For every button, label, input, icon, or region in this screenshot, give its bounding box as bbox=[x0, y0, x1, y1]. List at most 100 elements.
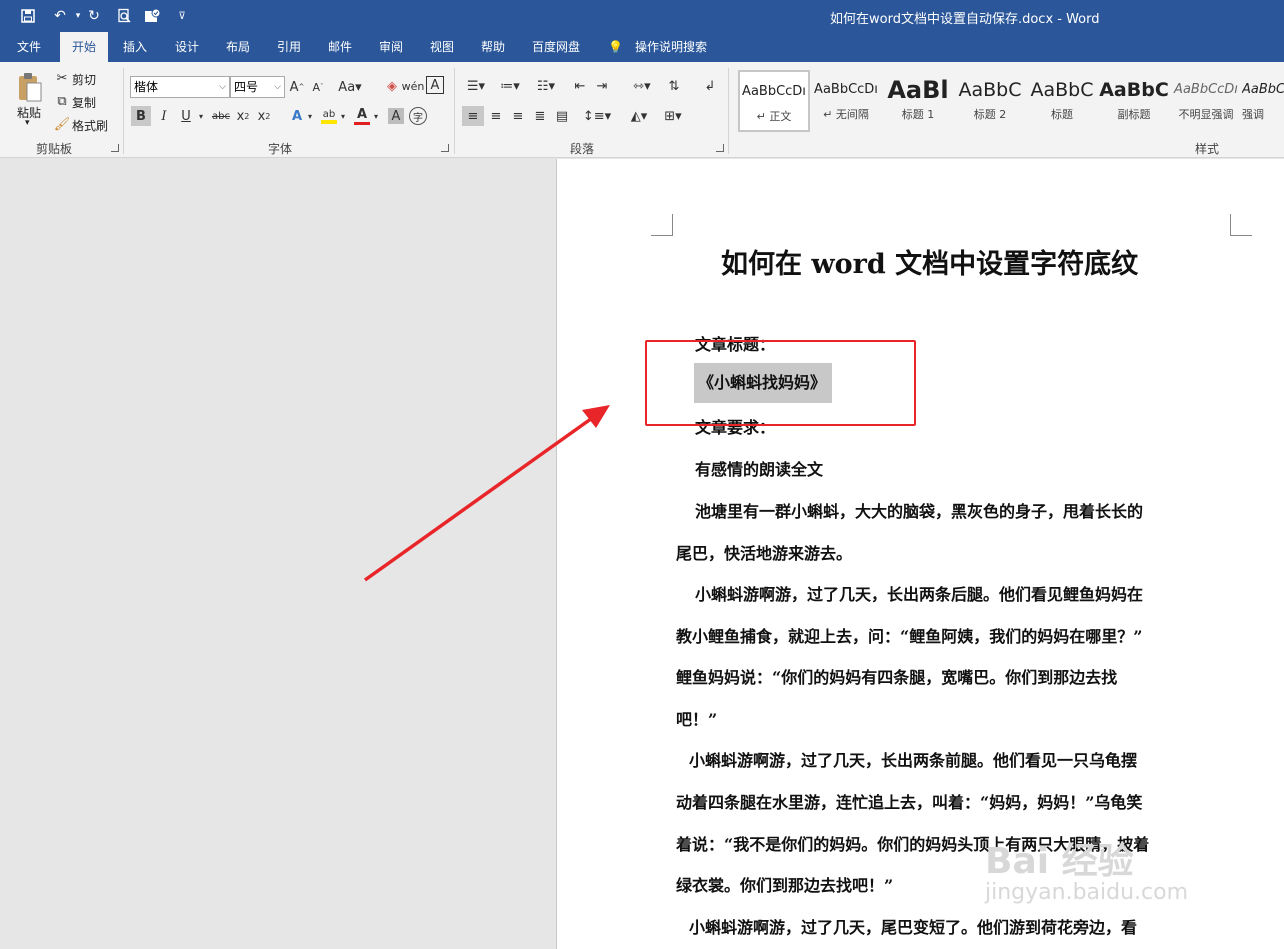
font-color-dropdown-icon[interactable]: ▾ bbox=[372, 106, 380, 126]
paragraph-line[interactable]: 小蝌蚪游啊游，过了几天，长出两条后腿。他们看见鲤鱼妈妈在 bbox=[695, 581, 1143, 605]
cut-button[interactable]: 剪切 bbox=[72, 71, 96, 88]
style-heading-2[interactable]: AaBbC 标题 2 bbox=[954, 70, 1026, 132]
tab-baidu-netdisk[interactable]: 百度网盘 bbox=[532, 32, 580, 62]
multilevel-list-icon[interactable]: ☷▾ bbox=[530, 76, 562, 96]
style-sample: AaBbCc bbox=[1242, 82, 1284, 97]
chinese-layout-icon[interactable]: ⇿▾ bbox=[626, 76, 658, 96]
distributed-icon[interactable]: ▤ bbox=[552, 106, 572, 126]
align-center-icon[interactable]: ≡ bbox=[486, 106, 506, 126]
tell-me-search[interactable]: 操作说明搜索 bbox=[635, 32, 707, 62]
paragraph-launcher-icon[interactable] bbox=[716, 144, 724, 152]
style-name: ↵ 正文 bbox=[756, 110, 792, 123]
style-name: 标题 bbox=[1051, 108, 1073, 121]
align-right-icon[interactable]: ≡ bbox=[508, 106, 528, 126]
copy-icon: ⧉ bbox=[57, 93, 67, 109]
paragraph-line[interactable]: 小蝌蚪游啊游，过了几天，长出两条前腿。他们看见一只乌龟摆 bbox=[689, 747, 1137, 771]
decrease-indent-icon[interactable]: ⇤ bbox=[570, 76, 590, 96]
redo-icon[interactable]: ↻ bbox=[84, 6, 104, 26]
paste-icon[interactable] bbox=[14, 70, 46, 104]
shading-icon[interactable]: ◭▾ bbox=[624, 106, 654, 126]
text-effects-icon[interactable]: A bbox=[288, 106, 306, 126]
style-name: 标题 2 bbox=[973, 108, 1007, 121]
highlight-icon[interactable]: ab bbox=[319, 106, 339, 126]
style-normal[interactable]: AaBbCcDı ↵ 正文 bbox=[738, 70, 810, 132]
paragraph-line[interactable]: 有感情的朗读全文 bbox=[695, 456, 823, 480]
paragraph-line[interactable]: 吧！” bbox=[676, 706, 717, 730]
text-effects-dropdown-icon[interactable]: ▾ bbox=[306, 106, 314, 126]
clipboard-launcher-icon[interactable] bbox=[111, 144, 119, 152]
document-title[interactable]: 如何在 word 文档中设置字符底纹 bbox=[721, 242, 1138, 281]
character-shading-icon[interactable]: A bbox=[388, 108, 404, 124]
borders-icon[interactable]: ⊞▾ bbox=[658, 106, 688, 126]
style-heading-1[interactable]: AaBl 标题 1 bbox=[882, 70, 954, 132]
style-title[interactable]: AaBbC 标题 bbox=[1026, 70, 1098, 132]
template-icon[interactable] bbox=[142, 6, 162, 26]
style-sample: AaBbC bbox=[1030, 79, 1094, 101]
numbering-icon[interactable]: ≔▾ bbox=[496, 76, 524, 96]
style-sample: AaBbC bbox=[1099, 79, 1169, 101]
tab-home[interactable]: 开始 bbox=[60, 32, 109, 62]
paragraph-line[interactable]: 鲤鱼妈妈说：“你们的妈妈有四条腿，宽嘴巴。你们到那边去找 bbox=[676, 664, 1117, 688]
change-case-icon[interactable]: Aa▾ bbox=[338, 78, 362, 96]
paragraph-line[interactable]: 教小鲤鱼捕食，就迎上去，问：“鲤鱼阿姨，我们的妈妈在哪里？” bbox=[676, 623, 1142, 647]
font-color-icon[interactable]: A bbox=[353, 106, 371, 126]
format-painter-button[interactable]: 格式刷 bbox=[72, 117, 108, 134]
paragraph-line[interactable]: 动着四条腿在水里游，连忙追上去，叫着：“妈妈，妈妈！”乌龟笑 bbox=[676, 789, 1142, 813]
tab-design[interactable]: 设计 bbox=[175, 32, 199, 62]
tab-file[interactable]: 文件 bbox=[17, 32, 41, 62]
tab-review[interactable]: 审阅 bbox=[379, 32, 403, 62]
strikethrough-icon[interactable]: abc bbox=[210, 106, 232, 126]
sort-icon[interactable]: ⇅ bbox=[664, 76, 684, 96]
tab-help[interactable]: 帮助 bbox=[481, 32, 505, 62]
superscript-icon[interactable]: x2 bbox=[255, 106, 273, 126]
style-name: 标题 1 bbox=[901, 108, 935, 121]
subscript-icon[interactable]: x2 bbox=[234, 106, 252, 126]
copy-button[interactable]: 复制 bbox=[72, 94, 96, 111]
underline-icon[interactable]: U bbox=[176, 106, 196, 126]
tab-insert[interactable]: 插入 bbox=[123, 32, 147, 62]
increase-indent-icon[interactable]: ⇥ bbox=[592, 76, 612, 96]
tab-view[interactable]: 视图 bbox=[430, 32, 454, 62]
underline-dropdown-icon[interactable]: ▾ bbox=[196, 106, 206, 126]
lightbulb-icon[interactable]: 💡 bbox=[608, 32, 623, 62]
divider bbox=[454, 68, 455, 154]
paragraph-line[interactable]: 绿衣裳。你们到那边去找吧！” bbox=[676, 872, 893, 896]
style-name: 强调 bbox=[1242, 108, 1264, 121]
italic-icon[interactable]: I bbox=[154, 106, 174, 126]
font-size-combo[interactable]: 四号 ⌵ bbox=[230, 76, 285, 98]
save-icon[interactable] bbox=[18, 6, 38, 26]
style-subtitle[interactable]: AaBbC 副标题 bbox=[1098, 70, 1170, 132]
print-preview-icon[interactable] bbox=[114, 6, 134, 26]
customize-icon[interactable]: ⊽ bbox=[172, 6, 192, 26]
highlight-dropdown-icon[interactable]: ▾ bbox=[339, 106, 347, 126]
shrink-font-icon[interactable]: Aˇ bbox=[310, 78, 326, 96]
align-left-icon[interactable]: ≡ bbox=[462, 106, 484, 126]
style-no-spacing[interactable]: AaBbCcDı ↵ 无间隔 bbox=[810, 70, 882, 132]
enclose-characters-icon[interactable]: 字 bbox=[409, 107, 427, 125]
show-marks-icon[interactable]: ↲ bbox=[700, 76, 720, 96]
justify-icon[interactable]: ≣ bbox=[530, 106, 550, 126]
font-name-combo[interactable]: 楷体 ⌵ bbox=[130, 76, 230, 98]
grow-font-icon[interactable]: A ^ bbox=[289, 78, 305, 96]
paste-dropdown-icon[interactable]: ▾ bbox=[25, 118, 30, 128]
paragraph-line[interactable]: 池塘里有一群小蝌蚪，大大的脑袋，黑灰色的身子，甩着长长的 bbox=[695, 498, 1143, 522]
font-launcher-icon[interactable] bbox=[441, 144, 449, 152]
style-sample: AaBbCcDı bbox=[1174, 82, 1238, 97]
paragraph-line[interactable]: 尾巴，快活地游来游去。 bbox=[676, 540, 852, 564]
style-emphasis[interactable]: AaBbCc 强调 bbox=[1242, 70, 1284, 132]
tab-references[interactable]: 引用 bbox=[277, 32, 301, 62]
style-name: 副标题 bbox=[1117, 108, 1151, 121]
phonetic-guide-icon[interactable]: wén bbox=[402, 76, 425, 96]
bullets-icon[interactable]: ☰▾ bbox=[462, 76, 490, 96]
line-spacing-icon[interactable]: ↕≡▾ bbox=[582, 106, 612, 126]
undo-icon[interactable]: ↶ bbox=[50, 6, 70, 26]
tab-layout[interactable]: 布局 bbox=[226, 32, 250, 62]
clear-formatting-icon[interactable]: ◈ bbox=[382, 76, 402, 96]
paragraph-line[interactable]: 小蝌蚪游啊游，过了几天，尾巴变短了。他们游到荷花旁边，看 bbox=[689, 914, 1137, 938]
character-border-icon[interactable]: A bbox=[426, 76, 444, 94]
style-sample: AaBbCcDı bbox=[814, 82, 878, 97]
watermark-url: jingyan.baidu.com bbox=[985, 880, 1189, 905]
tab-mailings[interactable]: 邮件 bbox=[328, 32, 352, 62]
bold-icon[interactable]: B bbox=[131, 106, 151, 126]
style-subtle-emphasis[interactable]: AaBbCcDı 不明显强调 bbox=[1170, 70, 1242, 132]
